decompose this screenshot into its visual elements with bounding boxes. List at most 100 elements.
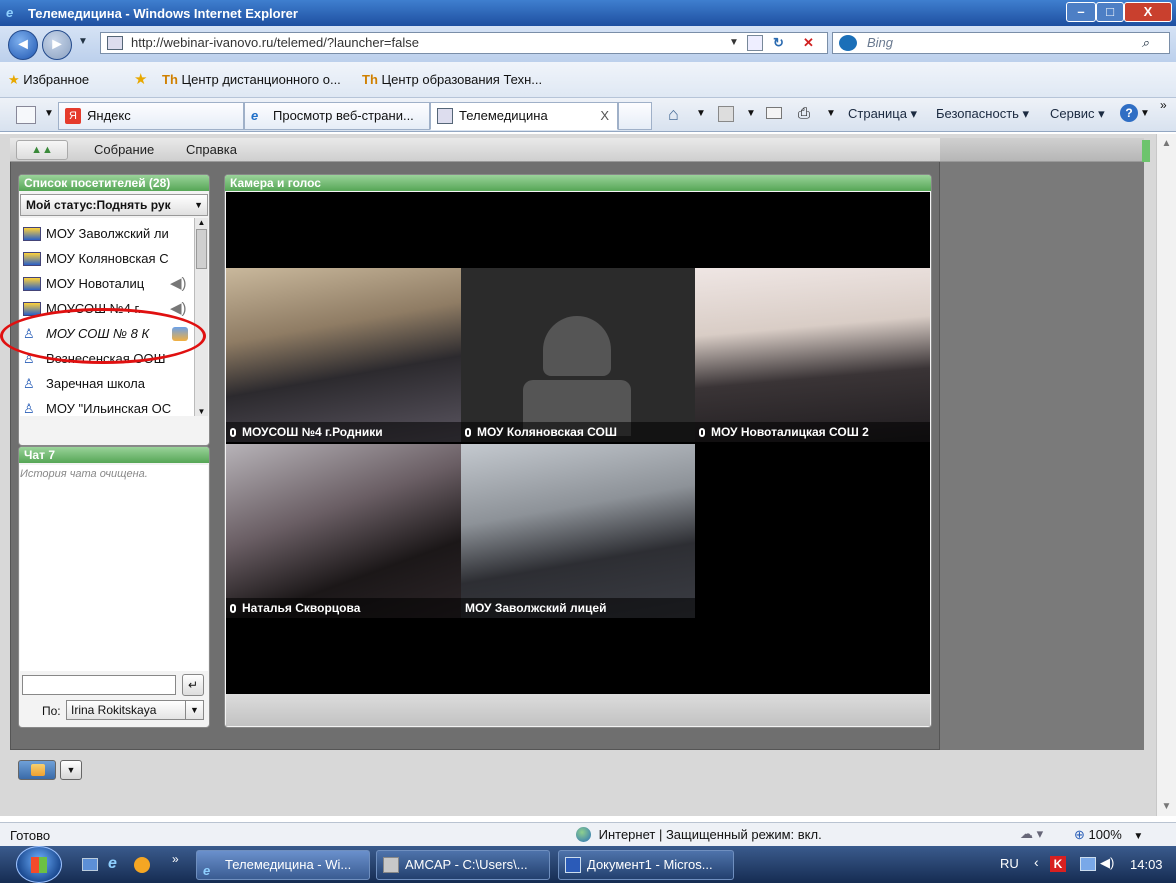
zoom-control[interactable]: ⊕ 100% ▼ [1074, 827, 1143, 843]
green-resize-handle[interactable] [1142, 140, 1150, 162]
attendee-name: МОУ Новоталиц [46, 276, 145, 291]
scroll-up-arrow-icon[interactable]: ▲ [195, 218, 208, 227]
protected-mode-icon[interactable]: ☁ ▾ [1020, 826, 1043, 842]
room-camera-icon [23, 227, 41, 241]
tab-view[interactable]: e Просмотр веб-страни... [244, 102, 430, 130]
home-icon[interactable]: ⌂ [668, 104, 679, 125]
taskbar-item[interactable]: Документ1 - Micros... [558, 850, 734, 880]
feeds-dropdown-icon[interactable]: ▼ [746, 108, 756, 119]
start-button[interactable] [16, 846, 62, 883]
home-dropdown-icon[interactable]: ▼ [696, 108, 706, 119]
video-tile[interactable]: Наталья Скворцова [226, 444, 461, 618]
mail-icon[interactable] [766, 107, 782, 119]
zoom-icon: ⊕ [1074, 827, 1085, 842]
tab-close-icon[interactable]: X [600, 108, 609, 123]
print-dropdown-icon[interactable]: ▼ [826, 108, 836, 119]
ie-quicklaunch-icon[interactable]: e [108, 855, 117, 873]
attendee-item[interactable]: МОУ Новоталиц ◀) [20, 272, 196, 296]
help-dropdown-icon[interactable]: ▼ [1140, 108, 1150, 119]
star-icon: ★ [8, 72, 20, 87]
chat-panel-title: Чат 7 [19, 447, 209, 463]
feeds-icon[interactable] [718, 106, 734, 122]
scroll-down-arrow-icon[interactable]: ▼ [1157, 801, 1176, 812]
page-icon [107, 36, 123, 50]
attendee-name: МОУ Заволжский ли [46, 226, 169, 241]
tray-expand-icon[interactable]: ‹ [1034, 854, 1039, 870]
status-dropdown[interactable]: Мой статус:Поднять рук ▼ [20, 194, 208, 216]
attendee-item[interactable]: ♙ Заречная школа [20, 372, 196, 396]
security-menu[interactable]: Безопасность ▾ [936, 106, 1029, 122]
close-button[interactable]: X [1124, 2, 1172, 22]
refresh-icon[interactable]: ↻ [773, 33, 784, 53]
attendee-item[interactable]: МОУ Коляновская С [20, 247, 196, 271]
quicklaunch-more-icon[interactable]: » [172, 852, 179, 866]
video-tile-name: МОУ Коляновская СОШ [477, 425, 617, 439]
menu-help[interactable]: Справка [186, 142, 237, 157]
tab-yandex[interactable]: Я Яндекс [58, 102, 244, 130]
zoom-value: 100% [1088, 827, 1122, 842]
search-input[interactable]: Bing ⌕ [832, 32, 1170, 54]
user-icon: ♙ [23, 401, 35, 416]
tab-telemed[interactable]: Телемедицина X [430, 102, 618, 130]
attendee-name: МОУ "Ильинская ОС [46, 401, 172, 415]
microphone-icon [230, 604, 236, 613]
zoom-dropdown-icon: ▼ [1133, 831, 1144, 842]
antivirus-icon[interactable]: K [1050, 856, 1066, 872]
scroll-down-arrow-icon[interactable]: ▼ [195, 407, 208, 416]
forward-button[interactable]: ► [42, 30, 72, 60]
video-tile[interactable]: МОУ Коляновская СОШ [461, 268, 695, 442]
raise-hand-button[interactable] [18, 760, 56, 780]
video-tile[interactable]: МОУ Заволжский лицей [461, 444, 695, 618]
raise-hand-icon [31, 764, 45, 776]
attendee-item[interactable]: ♙ МОУ "Ильинская ОС [20, 397, 196, 415]
taskbar-label: AMCAP - C:\Users\... [405, 857, 528, 872]
tools-menu[interactable]: Сервис ▾ [1050, 106, 1105, 122]
taskbar-item[interactable]: AMCAP - C:\Users\... [376, 850, 550, 880]
stop-icon[interactable]: ✕ [803, 33, 814, 53]
page-scrollbar[interactable]: ▲ ▼ [1156, 134, 1176, 816]
compat-view-icon[interactable] [747, 35, 763, 51]
right-gray-area [940, 138, 1144, 750]
tab-list-dropdown-icon[interactable]: ▼ [44, 108, 54, 119]
favorite-link-2[interactable]: Th Центр образования Техн... [362, 72, 542, 87]
app-quicklaunch-icon[interactable] [134, 857, 150, 873]
language-indicator[interactable]: RU [1000, 856, 1019, 871]
favorites-button[interactable]: ★ Избранное [8, 72, 89, 88]
scroll-thumb[interactable] [196, 229, 207, 269]
favorite-link-1[interactable]: Th Центр дистанционного о... [162, 72, 341, 87]
history-dropdown-icon[interactable]: ▼ [78, 36, 88, 47]
site-logo-icon: Th [162, 72, 178, 87]
show-desktop-icon[interactable] [82, 858, 98, 871]
chat-history-text: История чата очищена. [20, 468, 148, 480]
overflow-chevron-icon[interactable]: » [1160, 98, 1167, 112]
attendee-item[interactable]: МОУ Заволжский ли [20, 222, 196, 246]
maximize-button[interactable]: □ [1096, 2, 1124, 22]
video-tile[interactable]: МОУ Новоталицкая СОШ 2 [695, 268, 930, 442]
page-menu[interactable]: Страница ▾ [848, 106, 917, 122]
video-tile[interactable]: МОУСОШ №4 г.Родники [226, 268, 461, 442]
taskbar-item[interactable]: e Телемедицина - Wi... [196, 850, 370, 880]
add-favorite-icon[interactable]: ★ [134, 70, 147, 88]
scroll-up-arrow-icon[interactable]: ▲ [1157, 138, 1176, 149]
menu-meeting[interactable]: Собрание [94, 142, 154, 157]
camera-app-icon [383, 857, 399, 873]
site-logo-icon: Th [362, 72, 378, 87]
volume-icon[interactable]: ◀) [1100, 855, 1114, 871]
address-dropdown-icon[interactable]: ▼ [729, 33, 739, 53]
raise-hand-dropdown[interactable]: ▼ [60, 760, 82, 780]
minimize-button[interactable]: – [1066, 2, 1096, 22]
address-input[interactable]: http://webinar-ivanovo.ru/telemed/?launc… [100, 32, 828, 54]
search-icon[interactable]: ⌕ [1142, 33, 1149, 53]
chat-input[interactable] [22, 675, 176, 695]
help-icon[interactable]: ? [1120, 104, 1138, 122]
print-icon[interactable]: ⎙ [798, 105, 810, 122]
app-logo-icon[interactable]: ▲▲ [16, 140, 68, 160]
attendee-scrollbar[interactable]: ▲ ▼ [194, 218, 208, 416]
send-message-button[interactable]: ↵ [182, 674, 204, 696]
zone-status[interactable]: Интернет | Защищенный режим: вкл. [576, 827, 822, 842]
new-tab-button[interactable] [618, 102, 652, 130]
back-button[interactable]: ◄ [8, 30, 38, 60]
quick-tabs-icon[interactable] [16, 106, 36, 124]
network-icon[interactable] [1080, 857, 1096, 871]
chat-recipient-select[interactable]: Irina Rokitskaya ▼ [66, 700, 204, 720]
